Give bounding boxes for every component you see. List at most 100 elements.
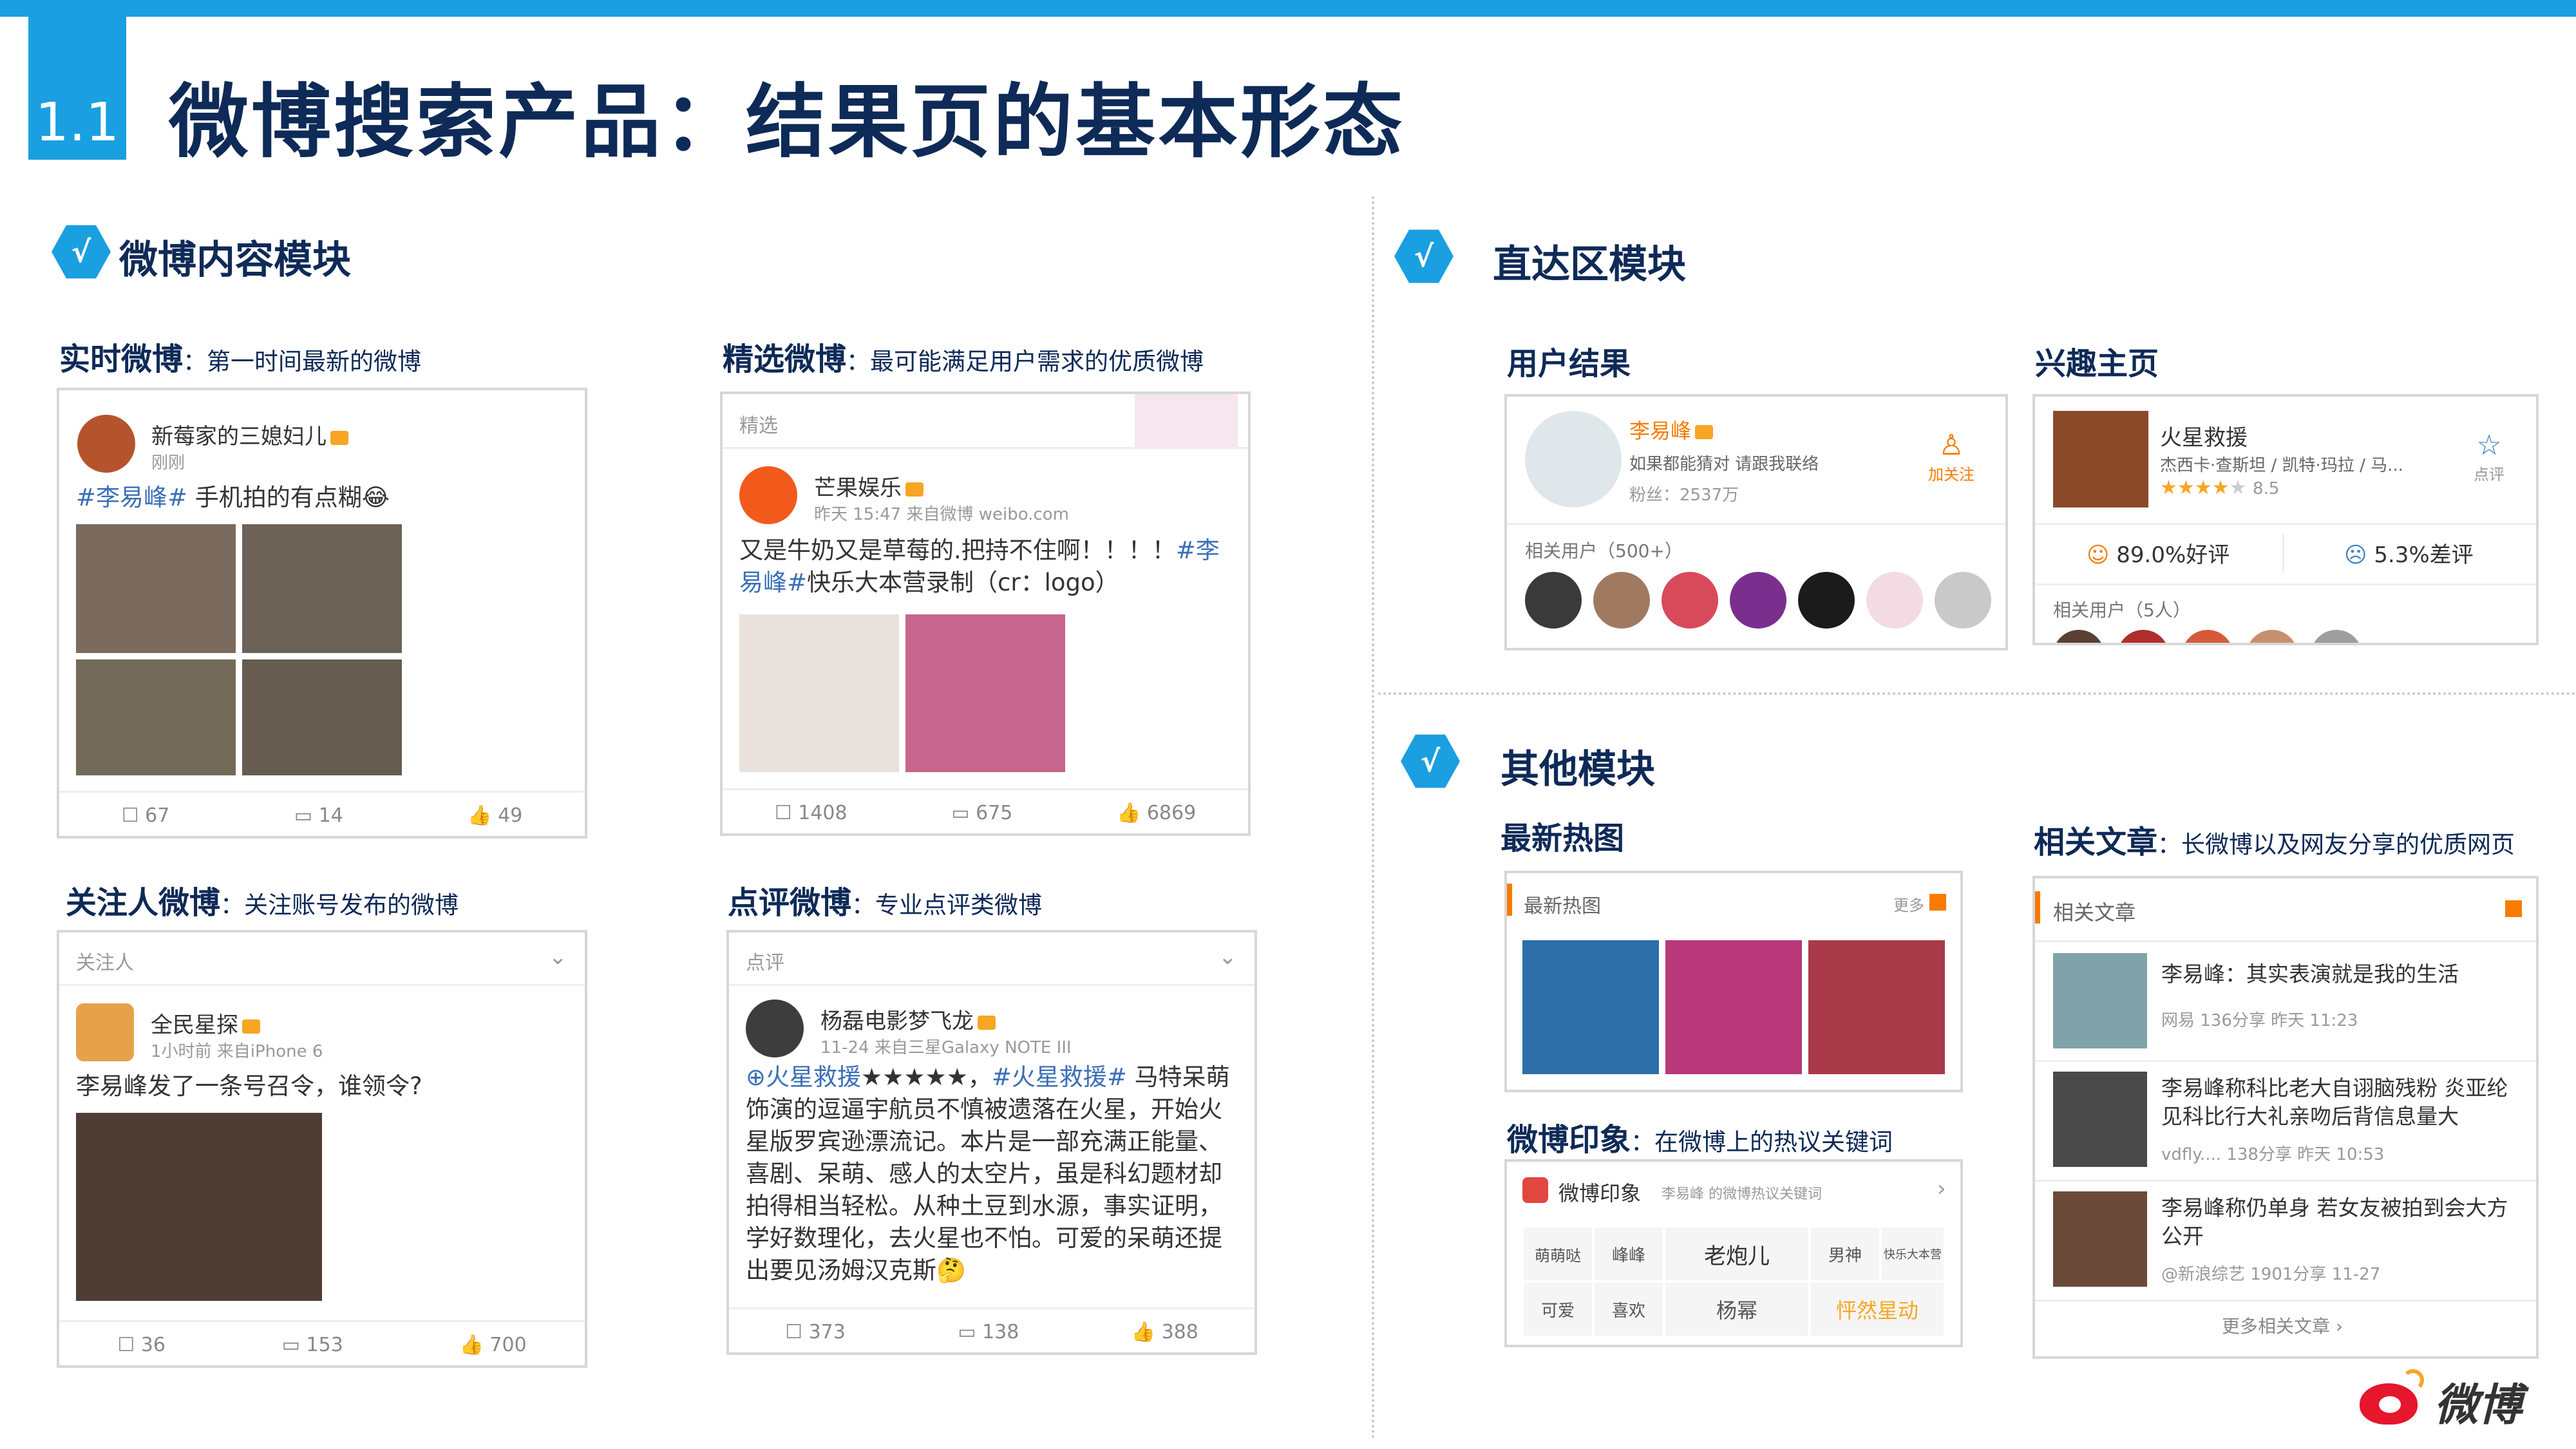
sad-icon: ☹	[2344, 542, 2367, 568]
arrow-right-icon[interactable]	[2505, 900, 2522, 917]
related-user-avatar[interactable]	[2053, 630, 2105, 643]
vip-crown-icon	[330, 430, 348, 445]
orange-marker	[2035, 891, 2040, 923]
realtime-card[interactable]: 新莓家的三媳妇儿 刚刚 #李易峰# 手机拍的有点糊😂 ☐ 67 ▭ 14 👍 4…	[57, 388, 587, 838]
hot-pics-card[interactable]: 最新热图 更多	[1504, 871, 1963, 1092]
movie-poster[interactable]	[2053, 411, 2148, 507]
related-user-avatar[interactable]	[2246, 630, 2298, 643]
chevron-down-icon[interactable]: ⌄	[549, 944, 567, 970]
post-time: 刚刚	[151, 453, 185, 473]
comment-button[interactable]: ▭ 153	[282, 1334, 343, 1356]
article-thumb[interactable]	[2053, 953, 2147, 1048]
following-card[interactable]: 关注人 ⌄ 全民星探 1小时前 来自iPhone 6 李易峰发了一条号召令，谁领…	[57, 930, 587, 1368]
keyword-cell[interactable]: 老炮儿	[1664, 1226, 1810, 1282]
bad-rate[interactable]: ☹ 5.3%差评	[2344, 537, 2474, 569]
repost-button[interactable]: ☐ 67	[122, 804, 170, 827]
related-user-avatar[interactable]	[1866, 572, 1923, 629]
related-user-avatar[interactable]	[1593, 572, 1650, 629]
separator	[2035, 1300, 2536, 1302]
post-photo[interactable]	[76, 659, 236, 775]
interest-card[interactable]: 火星救援 杰西卡·查斯坦 / 凯特·玛拉 / 马... ★★★★★ 8.5 ☆ …	[2032, 394, 2539, 645]
related-user-avatar[interactable]	[2117, 630, 2169, 643]
post-photo[interactable]	[242, 659, 402, 775]
post-actions: ☐ 67 ▭ 14 👍 49	[59, 791, 585, 836]
article-title[interactable]: 李易峰：其实表演就是我的生活	[2161, 960, 2522, 989]
user-name[interactable]: 杨磊电影梦飞龙	[820, 1003, 996, 1035]
like-button[interactable]: 👍 388	[1132, 1321, 1198, 1343]
more-link[interactable]: 更多	[1893, 893, 1946, 915]
hashtag-link[interactable]: #火星救援#	[992, 1063, 1127, 1091]
horizontal-divider	[1378, 692, 2576, 695]
repost-button[interactable]: ☐ 1408	[775, 802, 848, 824]
related-user-avatar[interactable]	[1662, 572, 1718, 629]
related-user-avatar[interactable]	[2311, 630, 2362, 643]
module-title-content: 微博内容模块	[119, 238, 351, 283]
following-desc: ：关注账号发布的微博	[220, 891, 459, 919]
comment-button[interactable]: ▭ 138	[958, 1321, 1019, 1343]
post-photo[interactable]	[739, 614, 899, 772]
comment-button[interactable]: ▭ 14	[294, 804, 343, 827]
module-title-direct: 直达区模块	[1493, 242, 1686, 287]
keyword-cell[interactable]: 喜欢	[1593, 1282, 1664, 1337]
article-thumb[interactable]	[2053, 1072, 2147, 1167]
user-name[interactable]: 芒果娱乐	[814, 470, 923, 502]
like-button[interactable]: 👍 6869	[1117, 802, 1196, 824]
review-card[interactable]: 点评 ⌄ 杨磊电影梦飞龙 11-24 来自三星Galaxy NOTE III ⊕…	[726, 930, 1257, 1355]
chevron-down-icon[interactable]: ⌄	[1218, 944, 1237, 970]
repost-button[interactable]: ☐ 36	[117, 1334, 166, 1356]
keyword-cell[interactable]: 快乐大本营	[1880, 1226, 1945, 1282]
related-user-avatar[interactable]	[1935, 572, 1991, 629]
user-avatar[interactable]	[746, 999, 804, 1057]
related-user-avatar[interactable]	[1798, 572, 1855, 629]
user-name[interactable]: 新莓家的三媳妇儿	[151, 419, 348, 450]
movie-title[interactable]: 火星救援	[2160, 420, 2248, 451]
movie-link[interactable]: ⊕火星救援	[746, 1063, 861, 1091]
user-name[interactable]: 李易峰	[1629, 415, 1714, 444]
related-user-avatar[interactable]	[2182, 630, 2233, 643]
follow-button[interactable]: ♙ 加关注	[1926, 429, 1977, 484]
keyword-cell[interactable]: 可爱	[1522, 1282, 1593, 1337]
user-fans: 粉丝：2537万	[1629, 486, 1739, 505]
featured-bar: 精选	[723, 394, 1248, 449]
repost-button[interactable]: ☐ 373	[785, 1321, 846, 1343]
like-button[interactable]: 👍 700	[460, 1334, 527, 1356]
user-result-card[interactable]: 李易峰 如果都能猜对 请跟我联络 粉丝：2537万 ♙ 加关注 相关用户（500…	[1504, 394, 2008, 650]
hot-pic[interactable]	[1522, 940, 1659, 1074]
comment-button[interactable]: ▭ 675	[951, 802, 1012, 824]
hot-pic[interactable]	[1808, 940, 1945, 1074]
rate-button[interactable]: ☆ 点评	[2460, 429, 2518, 484]
post-photo[interactable]	[905, 614, 1065, 772]
related-user-avatar[interactable]	[1525, 572, 1582, 629]
hashtag-link[interactable]: #李易峰#	[76, 484, 187, 511]
post-photo[interactable]	[76, 1113, 322, 1301]
user-avatar[interactable]	[1525, 411, 1622, 507]
post-actions: ☐ 36 ▭ 153 👍 700	[59, 1320, 585, 1365]
keyword-cell[interactable]: 男神	[1810, 1226, 1880, 1282]
impression-card[interactable]: 微博印象 李易峰 的微博热议关键词 › 萌萌哒 峰峰 老炮儿 男神 快乐大本营 …	[1504, 1159, 1963, 1347]
article-thumb[interactable]	[2053, 1191, 2147, 1287]
keyword-cell[interactable]: 峰峰	[1593, 1226, 1664, 1282]
top-accent-bar	[0, 0, 2576, 17]
keyword-cell[interactable]: 萌萌哒	[1522, 1226, 1593, 1282]
separator	[2035, 583, 2536, 585]
hot-pic[interactable]	[1665, 940, 1802, 1074]
keyword-cell[interactable]: 杨幂	[1664, 1282, 1810, 1337]
separator	[2282, 533, 2284, 572]
chevron-right-icon[interactable]: ›	[1937, 1176, 1946, 1202]
like-button[interactable]: 👍 49	[468, 804, 522, 827]
user-avatar[interactable]	[76, 1003, 134, 1061]
impression-desc: ：在微博上的热议关键词	[1631, 1128, 1893, 1156]
user-name[interactable]: 全民星探	[151, 1007, 260, 1039]
user-avatar[interactable]	[739, 466, 797, 524]
featured-card[interactable]: 精选 芒果娱乐 昨天 15:47 来自微博 weibo.com 又是牛奶又是草莓…	[720, 392, 1251, 836]
related-user-avatar[interactable]	[1730, 572, 1786, 629]
article-title[interactable]: 李易峰称科比老大自诩脑残粉 炎亚纶见科比行大礼亲吻后背信息量大	[2161, 1074, 2522, 1131]
post-photo[interactable]	[76, 524, 236, 653]
keyword-cell[interactable]: 怦然星动	[1810, 1282, 1945, 1337]
good-rate[interactable]: ☺ 89.0%好评	[2087, 537, 2230, 569]
article-title[interactable]: 李易峰称仍单身 若女友被拍到会大方公开	[2161, 1194, 2522, 1251]
user-avatar[interactable]	[77, 415, 135, 473]
more-articles-link[interactable]: 更多相关文章 ›	[2222, 1312, 2343, 1338]
post-photo[interactable]	[242, 524, 402, 653]
articles-card[interactable]: 相关文章 李易峰：其实表演就是我的生活 网易 136分享 昨天 11:23 李易…	[2032, 876, 2539, 1359]
